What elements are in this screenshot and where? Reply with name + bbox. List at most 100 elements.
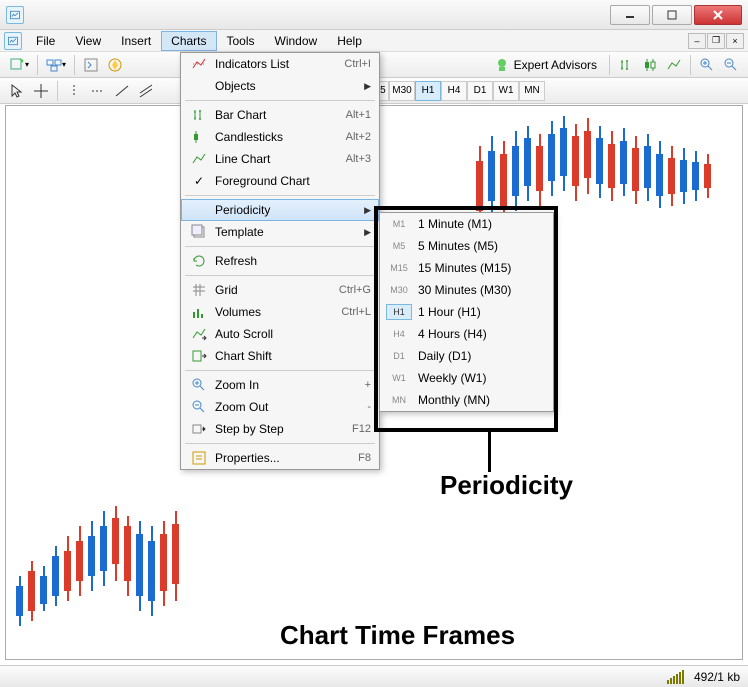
candlestick	[680, 106, 687, 659]
menu-item-zoom-in[interactable]: Zoom In+	[181, 374, 379, 396]
market-watch-button[interactable]	[80, 54, 102, 76]
menu-item-label: Template	[215, 225, 364, 239]
menu-shortcut: +	[365, 379, 371, 391]
candlestick	[64, 106, 71, 659]
candlestick	[704, 106, 711, 659]
menu-item-template[interactable]: Template▶	[181, 221, 379, 243]
mdi-minimize[interactable]: –	[688, 33, 706, 49]
candlestick	[40, 106, 47, 659]
menu-shortcut: Ctrl+I	[344, 58, 371, 70]
menu-item-step-by-step[interactable]: Step by StepF12	[181, 418, 379, 440]
shift-icon	[189, 348, 209, 364]
menu-shortcut: Ctrl+G	[339, 284, 371, 296]
timeframe-label: 30 Minutes (M30)	[418, 283, 511, 297]
candlestick	[644, 106, 651, 659]
timeframe-w1[interactable]: W1	[493, 81, 519, 101]
candlestick	[656, 106, 663, 659]
periodicity-d1[interactable]: D1Daily (D1)	[380, 345, 553, 367]
cursor-button[interactable]	[6, 80, 28, 102]
trendline-button[interactable]	[111, 80, 133, 102]
timeframe-label: 15 Minutes (M15)	[418, 261, 511, 275]
menu-item-line-chart[interactable]: Line ChartAlt+3	[181, 148, 379, 170]
status-kb: 492/1 kb	[694, 670, 740, 684]
periodicity-m15[interactable]: M1515 Minutes (M15)	[380, 257, 553, 279]
candlestick	[608, 106, 615, 659]
profiles-button[interactable]: ▾	[43, 54, 69, 76]
menu-item-refresh[interactable]: Refresh	[181, 250, 379, 272]
menu-item-label: Periodicity	[215, 203, 364, 217]
zoom-out-button[interactable]	[720, 54, 742, 76]
timeframe-mn[interactable]: MN	[519, 81, 545, 101]
periodicity-m1[interactable]: M11 Minute (M1)	[380, 213, 553, 235]
menu-tools[interactable]: Tools	[217, 31, 265, 51]
menu-item-volumes[interactable]: VolumesCtrl+L	[181, 301, 379, 323]
bar-chart-button[interactable]	[615, 54, 637, 76]
menu-item-label: Bar Chart	[215, 108, 346, 122]
candle-icon	[189, 129, 209, 145]
vline-button[interactable]	[63, 80, 85, 102]
new-chart-button[interactable]: +▾	[6, 54, 32, 76]
menu-shortcut: -	[367, 401, 371, 413]
menu-item-label: Line Chart	[215, 152, 346, 166]
timeframe-h4[interactable]: H4	[441, 81, 467, 101]
menu-item-grid[interactable]: GridCtrl+G	[181, 279, 379, 301]
vol-icon	[189, 304, 209, 320]
menu-item-zoom-out[interactable]: Zoom Out-	[181, 396, 379, 418]
blank-icon: ✓	[189, 173, 209, 189]
menu-item-label: Foreground Chart	[215, 174, 371, 188]
menubar: FileViewInsertChartsToolsWindowHelp – ❐ …	[0, 30, 748, 52]
timeframe-d1[interactable]: D1	[467, 81, 493, 101]
channel-button[interactable]	[135, 80, 157, 102]
timeframe-m30[interactable]: M30	[389, 81, 415, 101]
timeframe-label: 1 Hour (H1)	[418, 305, 481, 319]
navigator-button[interactable]	[104, 54, 126, 76]
menu-item-periodicity[interactable]: Periodicity▶	[181, 199, 379, 221]
periodicity-h4[interactable]: H44 Hours (H4)	[380, 323, 553, 345]
periodicity-mn[interactable]: MNMonthly (MN)	[380, 389, 553, 411]
line-chart-button[interactable]	[663, 54, 685, 76]
props-icon	[189, 450, 209, 466]
candlestick	[668, 106, 675, 659]
menu-item-candlesticks[interactable]: CandlesticksAlt+2	[181, 126, 379, 148]
menu-item-indicators-list[interactable]: Indicators ListCtrl+I	[181, 53, 379, 75]
candlestick	[28, 106, 35, 659]
candlestick	[596, 106, 603, 659]
menu-window[interactable]: Window	[265, 31, 328, 51]
periodicity-m30[interactable]: M3030 Minutes (M30)	[380, 279, 553, 301]
candle-chart-button[interactable]	[639, 54, 661, 76]
menu-file[interactable]: File	[26, 31, 65, 51]
menu-help[interactable]: Help	[327, 31, 372, 51]
line-icon	[189, 151, 209, 167]
timeframe-h1[interactable]: H1	[415, 81, 441, 101]
menu-item-chart-shift[interactable]: Chart Shift	[181, 345, 379, 367]
menu-insert[interactable]: Insert	[111, 31, 161, 51]
menu-item-foreground-chart[interactable]: ✓ Foreground Chart	[181, 170, 379, 192]
menu-item-bar-chart[interactable]: Bar ChartAlt+1	[181, 104, 379, 126]
periodicity-m5[interactable]: M55 Minutes (M5)	[380, 235, 553, 257]
hline-button[interactable]	[87, 80, 109, 102]
expert-advisors-button[interactable]: Expert Advisors	[487, 54, 604, 76]
menu-view[interactable]: View	[65, 31, 111, 51]
mdi-close[interactable]: ×	[726, 33, 744, 49]
mdi-restore[interactable]: ❐	[707, 33, 725, 49]
timeframe-badge: H1	[386, 304, 412, 320]
timeframe-badge: MN	[386, 392, 412, 408]
candlestick	[136, 106, 143, 659]
menu-item-auto-scroll[interactable]: Auto Scroll	[181, 323, 379, 345]
step-icon	[189, 421, 209, 437]
app-icon	[6, 6, 24, 24]
close-button[interactable]	[694, 5, 742, 25]
crosshair-button[interactable]	[30, 80, 52, 102]
candlestick	[632, 106, 639, 659]
menu-item-objects[interactable]: Objects▶	[181, 75, 379, 97]
menu-charts[interactable]: Charts	[161, 31, 216, 51]
refresh-icon	[189, 253, 209, 269]
menu-item-properties-[interactable]: Properties...F8	[181, 447, 379, 469]
periodicity-h1[interactable]: H1 1 Hour (H1)	[380, 301, 553, 323]
minimize-button[interactable]	[610, 5, 650, 25]
maximize-button[interactable]	[652, 5, 692, 25]
menu-item-label: Properties...	[215, 451, 358, 465]
zoom-in-button[interactable]	[696, 54, 718, 76]
periodicity-w1[interactable]: W1Weekly (W1)	[380, 367, 553, 389]
app-icon-small	[4, 32, 22, 50]
